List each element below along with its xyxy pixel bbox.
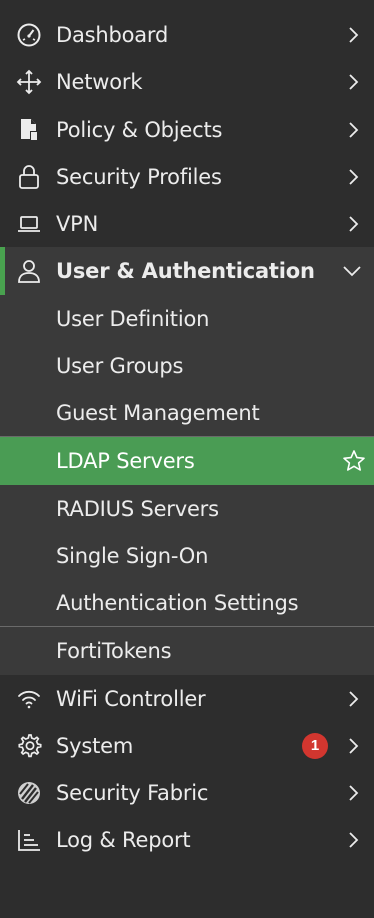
nav-item-system[interactable]: System 1 xyxy=(0,722,374,769)
submenu-label-ldap-servers: LDAP Servers xyxy=(56,449,195,473)
submenu-user-authentication: User Definition User Groups Guest Manage… xyxy=(0,295,374,675)
nav-label-log-report: Log & Report xyxy=(56,827,191,852)
submenu-item-ldap-servers[interactable]: LDAP Servers xyxy=(0,437,374,485)
notification-badge: 1 xyxy=(302,732,328,759)
nav-label-security-fabric: Security Fabric xyxy=(56,780,209,805)
nav-label-wifi-controller: WiFi Controller xyxy=(56,686,206,711)
nav-label-network: Network xyxy=(56,69,143,94)
chevron-right-icon xyxy=(346,121,362,139)
submenu-item-fortitokens[interactable]: FortiTokens xyxy=(0,627,374,675)
laptop-icon xyxy=(15,210,43,238)
chevron-right-icon xyxy=(346,73,362,91)
nav-item-user-authentication[interactable]: User & Authentication xyxy=(0,247,374,295)
nav-label-vpn: VPN xyxy=(56,211,99,236)
submenu-item-single-sign-on[interactable]: Single Sign-On xyxy=(0,532,374,579)
submenu-label-authentication-settings: Authentication Settings xyxy=(56,590,299,615)
dashboard-gauge-icon xyxy=(15,21,43,49)
log-report-chart-icon xyxy=(15,826,43,854)
security-fabric-icon xyxy=(15,779,43,807)
nav-label-user-authentication: User & Authentication xyxy=(56,259,315,283)
chevron-right-icon xyxy=(346,784,362,802)
submenu-item-guest-management[interactable]: Guest Management xyxy=(0,389,374,436)
submenu-item-user-groups[interactable]: User Groups xyxy=(0,342,374,389)
nav-label-policy-objects: Policy & Objects xyxy=(56,117,223,142)
nav-label-security-profiles: Security Profiles xyxy=(56,164,222,189)
submenu-item-radius-servers[interactable]: RADIUS Servers xyxy=(0,485,374,532)
nav-label-system: System xyxy=(56,733,134,758)
nav-item-wifi-controller[interactable]: WiFi Controller xyxy=(0,675,374,722)
submenu-item-authentication-settings[interactable]: Authentication Settings xyxy=(0,579,374,626)
policy-document-icon xyxy=(15,116,43,144)
nav-item-dashboard[interactable]: Dashboard xyxy=(0,11,374,58)
wifi-icon xyxy=(15,685,43,713)
nav-item-network[interactable]: Network xyxy=(0,58,374,105)
network-move-icon xyxy=(15,68,43,96)
submenu-label-radius-servers: RADIUS Servers xyxy=(56,496,219,521)
lock-icon xyxy=(15,163,43,191)
chevron-right-icon xyxy=(346,690,362,708)
chevron-right-icon xyxy=(346,168,362,186)
chevron-right-icon xyxy=(346,26,362,44)
nav-item-security-profiles[interactable]: Security Profiles xyxy=(0,153,374,200)
chevron-down-icon xyxy=(342,262,362,280)
chevron-right-icon xyxy=(346,215,362,233)
nav-item-security-fabric[interactable]: Security Fabric xyxy=(0,769,374,816)
nav-label-dashboard: Dashboard xyxy=(56,22,169,47)
gear-icon xyxy=(15,732,43,760)
user-icon xyxy=(15,257,43,285)
side-navigation: Dashboard Network Policy & Objects Secur… xyxy=(0,0,374,918)
nav-item-log-report[interactable]: Log & Report xyxy=(0,816,374,863)
submenu-item-user-definition[interactable]: User Definition xyxy=(0,295,374,342)
submenu-label-fortitokens: FortiTokens xyxy=(56,639,172,663)
submenu-label-user-definition: User Definition xyxy=(56,306,210,331)
nav-item-policy-objects[interactable]: Policy & Objects xyxy=(0,106,374,153)
nav-item-vpn[interactable]: VPN xyxy=(0,200,374,247)
submenu-label-guest-management: Guest Management xyxy=(56,400,260,425)
chevron-right-icon xyxy=(346,737,362,755)
submenu-label-user-groups: User Groups xyxy=(56,353,184,378)
star-favorite-icon[interactable] xyxy=(342,449,366,473)
chevron-right-icon xyxy=(346,831,362,849)
submenu-label-single-sign-on: Single Sign-On xyxy=(56,543,209,568)
